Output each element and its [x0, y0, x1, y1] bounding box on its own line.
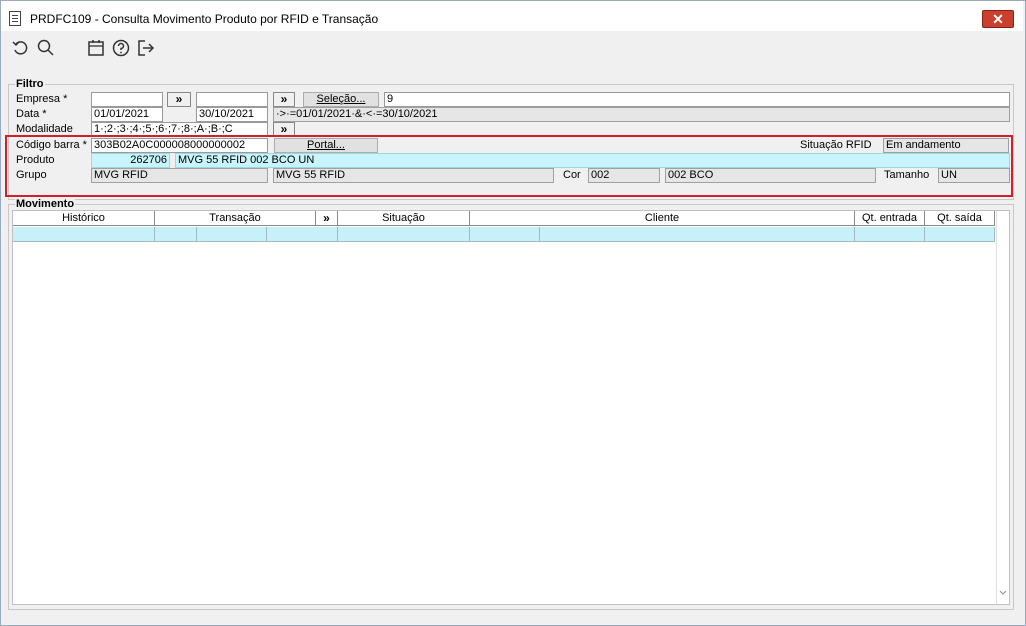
grupo-field: MVG RFID — [91, 168, 268, 183]
table-row-cell[interactable] — [925, 227, 995, 242]
column-header-cliente[interactable]: Cliente — [470, 211, 855, 226]
movimento-grid[interactable] — [12, 210, 1010, 605]
data-label: Data * — [16, 108, 47, 120]
table-row-cell[interactable] — [155, 227, 197, 242]
column-header-transacao[interactable]: Transação — [155, 211, 316, 226]
situacao-rfid-label: Situação RFID — [800, 139, 872, 151]
movimento-title: Movimento — [15, 198, 76, 210]
empresa-to-field[interactable] — [196, 92, 268, 107]
transacao-lookup-button[interactable]: » — [316, 211, 338, 226]
grupo-label: Grupo — [16, 169, 47, 181]
produto-code-field[interactable]: 262706 — [91, 153, 170, 168]
data-expression-field: ·>·=01/01/2021·&·<·=30/10/2021 — [273, 107, 1010, 122]
situacao-rfid-field: Em andamento — [883, 138, 1009, 153]
data-from-field[interactable]: 01/01/2021 — [91, 107, 163, 122]
table-row-cell[interactable] — [338, 227, 470, 242]
help-icon[interactable] — [111, 38, 131, 58]
produto-label: Produto — [16, 154, 55, 166]
document-icon — [9, 11, 21, 26]
codigo-barra-label: Código barra * — [16, 139, 87, 151]
modalidade-label: Modalidade — [16, 123, 73, 135]
table-row-cell[interactable] — [197, 227, 267, 242]
portal-button[interactable]: Portal... — [274, 138, 378, 153]
table-row-cell[interactable] — [267, 227, 338, 242]
selecao-field[interactable]: 9 — [384, 92, 1010, 107]
chevron-down-icon[interactable] — [997, 587, 1009, 599]
table-row-cell[interactable] — [13, 227, 155, 242]
empresa-to-lookup-button[interactable]: » — [273, 92, 295, 107]
window-title: PRDFC109 - Consulta Movimento Produto po… — [30, 12, 379, 26]
undo-icon[interactable] — [11, 38, 31, 58]
tamanho-field: UN — [938, 168, 1010, 183]
table-row-cell[interactable] — [855, 227, 925, 242]
filtro-title: Filtro — [15, 78, 45, 90]
column-header-situacao[interactable]: Situação — [338, 211, 470, 226]
column-header-qt-saida[interactable]: Qt. saída — [925, 211, 995, 226]
table-row-cell[interactable] — [540, 227, 855, 242]
cor-field: 002 — [588, 168, 660, 183]
table-row-cell[interactable] — [470, 227, 540, 242]
empresa-label: Empresa * — [16, 93, 68, 105]
search-icon[interactable] — [36, 38, 56, 58]
exit-icon[interactable] — [136, 38, 156, 58]
empresa-field[interactable] — [91, 92, 163, 107]
selecao-button[interactable]: Seleção... — [303, 92, 379, 107]
empresa-lookup-button[interactable]: » — [167, 92, 191, 107]
data-to-field[interactable]: 30/10/2021 — [196, 107, 268, 122]
close-button[interactable]: ✕ — [982, 10, 1014, 28]
cor-description-field: 002 BCO — [665, 168, 876, 183]
column-header-historico[interactable]: Histórico — [13, 211, 155, 226]
calendar-icon[interactable] — [86, 38, 106, 58]
produto-description-field[interactable]: MVG 55 RFID 002 BCO UN — [175, 153, 1010, 168]
column-header-qt-entrada[interactable]: Qt. entrada — [855, 211, 925, 226]
tamanho-label: Tamanho — [884, 169, 930, 181]
grupo-description-field: MVG 55 RFID — [273, 168, 554, 183]
codigo-barra-field[interactable]: 303B02A0C000008000000002 — [91, 138, 268, 153]
cor-label: Cor — [563, 169, 581, 181]
vertical-scrollbar[interactable] — [996, 211, 1009, 604]
